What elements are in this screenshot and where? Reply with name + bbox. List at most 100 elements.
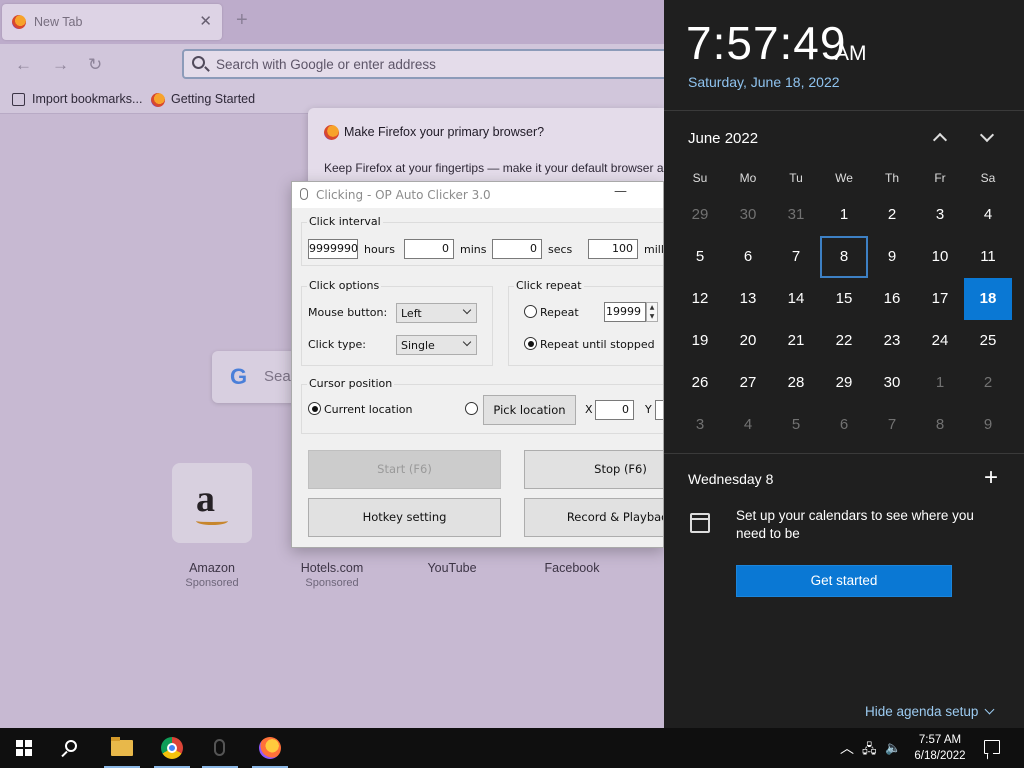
taskbar-chrome[interactable] (148, 728, 196, 768)
calendar-day[interactable]: 3 (916, 194, 964, 236)
calendar-day[interactable]: 14 (772, 278, 820, 320)
calendar-day[interactable]: 11 (964, 236, 1012, 278)
calendar-day[interactable]: 8 (916, 404, 964, 446)
hide-agenda-button[interactable]: Hide agenda setup (865, 704, 995, 719)
calendar-day[interactable]: 10 (916, 236, 964, 278)
network-icon[interactable]: 🖧 (862, 740, 877, 762)
repeat-count-input[interactable]: 19999 (604, 302, 646, 322)
google-icon: G (230, 364, 248, 389)
calendar-day[interactable]: 22 (820, 320, 868, 362)
calendar-day[interactable]: 13 (724, 278, 772, 320)
calendar-day[interactable]: 9 (868, 236, 916, 278)
current-location-radio[interactable] (308, 402, 321, 415)
mouse-button-select[interactable]: Left (396, 303, 477, 323)
reload-button[interactable]: ↻ (88, 55, 102, 75)
chevron-down-icon (984, 704, 995, 715)
calendar-day[interactable]: 5 (772, 404, 820, 446)
calendar-day[interactable]: 31 (772, 194, 820, 236)
pick-location-radio[interactable] (465, 402, 478, 415)
pick-location-button[interactable]: Pick location (483, 395, 576, 425)
y-input[interactable] (655, 400, 663, 420)
calendar-day[interactable]: 21 (772, 320, 820, 362)
minimize-button[interactable]: — (614, 184, 627, 199)
calendar-day[interactable]: 19 (676, 320, 724, 362)
tab-new-tab[interactable]: New Tab ✕ (2, 4, 222, 40)
calendar-day[interactable]: 1 (820, 194, 868, 236)
address-bar[interactable]: Search with Google or enter address (182, 49, 664, 79)
click-type-label: Click type: (308, 338, 366, 351)
click-type-select[interactable]: Single (396, 335, 477, 355)
calendar-day[interactable]: 16 (868, 278, 916, 320)
weekday-label: Tu (789, 171, 803, 185)
sponsored-label: Sponsored (305, 577, 359, 589)
calendar-day[interactable]: 29 (676, 194, 724, 236)
tab-close-icon[interactable]: ✕ (199, 12, 212, 30)
calendar-day[interactable]: 4 (724, 404, 772, 446)
chevron-down-icon[interactable] (979, 127, 995, 143)
y-label: Y (645, 403, 652, 416)
chevron-up-icon[interactable] (932, 132, 948, 148)
chevron-up-icon[interactable]: ︿ (840, 738, 854, 758)
forward-button[interactable]: → (52, 55, 69, 75)
start-button[interactable] (0, 728, 48, 768)
amazon-smile (196, 517, 228, 525)
calendar-day[interactable]: 18 (964, 278, 1012, 320)
bookmark-import[interactable]: Import bookmarks... (32, 92, 142, 106)
get-started-button[interactable]: Get started (736, 565, 952, 597)
calendar-day[interactable]: 30 (868, 362, 916, 404)
add-event-button[interactable]: + (984, 466, 998, 490)
taskbar-file-explorer[interactable] (98, 728, 146, 768)
repeat-count-spinner[interactable]: ▲ ▼ (646, 302, 658, 322)
calendar-day[interactable]: 4 (964, 194, 1012, 236)
back-button[interactable]: ← (15, 55, 32, 75)
title-bar[interactable]: Clicking - OP Auto Clicker 3.0 — (292, 182, 663, 208)
calendar-day[interactable]: 2 (868, 194, 916, 236)
tray-time: 7:57 AM (918, 734, 962, 746)
calendar-day[interactable]: 2 (964, 362, 1012, 404)
hotkey-setting-button[interactable]: Hotkey setting (308, 498, 501, 537)
notification-icon[interactable] (984, 740, 1000, 754)
start-button[interactable]: Start (F6) (308, 450, 501, 489)
calendar-day[interactable]: 15 (820, 278, 868, 320)
taskbar-auto-clicker[interactable] (196, 728, 244, 768)
calendar-day[interactable]: 28 (772, 362, 820, 404)
millis-input[interactable]: 100 (588, 239, 638, 259)
calendar-month[interactable]: June 2022 (688, 130, 758, 147)
volume-icon[interactable]: 🔈 (885, 740, 901, 756)
chevron-down-icon (462, 337, 472, 347)
calendar-day[interactable]: 24 (916, 320, 964, 362)
calendar-day[interactable]: 3 (676, 404, 724, 446)
clock-date[interactable]: Saturday, June 18, 2022 (688, 74, 840, 90)
bookmark-getting-started[interactable]: Getting Started (171, 92, 255, 106)
calendar-day[interactable]: 30 (724, 194, 772, 236)
repeat-until-stopped-radio[interactable] (524, 337, 537, 350)
calendar-day[interactable]: 6 (724, 236, 772, 278)
calendar-day[interactable]: 29 (820, 362, 868, 404)
record-playback-button[interactable]: Record & Playback (524, 498, 663, 537)
top-site-amazon[interactable]: a Amazon Sponsored (170, 463, 254, 589)
calendar-day[interactable]: 12 (676, 278, 724, 320)
calendar-day[interactable]: 1 (916, 362, 964, 404)
calendar-day[interactable]: 26 (676, 362, 724, 404)
calendar-day[interactable]: 23 (868, 320, 916, 362)
calendar-day[interactable]: 6 (820, 404, 868, 446)
mins-input[interactable]: 0 (404, 239, 454, 259)
x-input[interactable]: 0 (595, 400, 634, 420)
calendar-day[interactable]: 7 (772, 236, 820, 278)
calendar-day[interactable]: 7 (868, 404, 916, 446)
taskbar-firefox[interactable] (246, 728, 294, 768)
calendar-day[interactable]: 25 (964, 320, 1012, 362)
calendar-day[interactable]: 27 (724, 362, 772, 404)
secs-input[interactable]: 0 (492, 239, 542, 259)
calendar-day[interactable]: 9 (964, 404, 1012, 446)
hours-input[interactable]: 9999990 (308, 239, 358, 259)
stop-button[interactable]: Stop (F6) (524, 450, 663, 489)
calendar-day[interactable]: 5 (676, 236, 724, 278)
search-button[interactable] (48, 728, 96, 768)
repeat-radio[interactable] (524, 305, 537, 318)
new-tab-button[interactable]: + (236, 10, 248, 30)
calendar-day[interactable]: 8 (820, 236, 868, 278)
calendar-day[interactable]: 20 (724, 320, 772, 362)
calendar-day[interactable]: 17 (916, 278, 964, 320)
tray-clock[interactable]: 7:57 AM 6/18/2022 (910, 732, 970, 764)
